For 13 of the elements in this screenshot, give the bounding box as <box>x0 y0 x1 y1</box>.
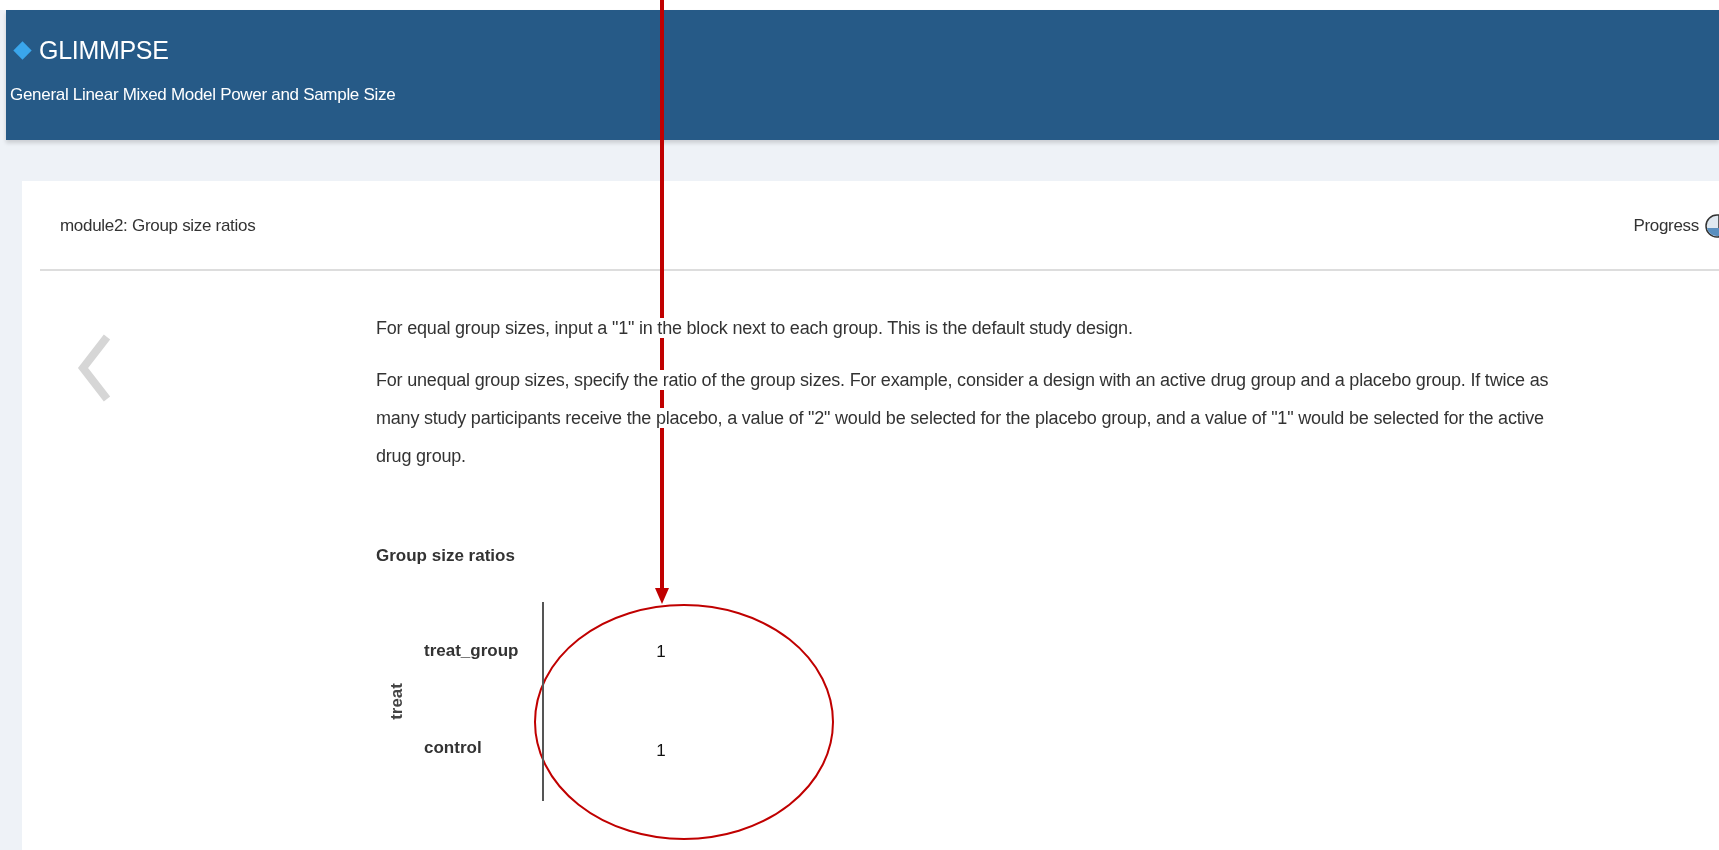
ratio-field[interactable]: 1 <box>544 631 778 673</box>
ratio-field[interactable]: 1 <box>544 730 778 772</box>
table-heading: Group size ratios <box>376 546 516 566</box>
module-title: module2: Group size ratios <box>60 216 256 236</box>
progress-icon[interactable] <box>1705 214 1719 238</box>
app-subtitle: General Linear Mixed Model Power and Sample Size <box>10 85 397 105</box>
group-label: treat_group <box>424 640 520 662</box>
instruction-text: For unequal group sizes, specify the ratio of the group sizes. For example, consider a design with an active drug group and a placebo group. If twice as many study participants receive the placebo, a value of "2" would be selected for the placebo group, and a value of "1" would be selected for the active drug group. <box>376 369 1550 468</box>
app-title: GLIMMPSE <box>39 36 169 65</box>
factor-label: treat <box>387 683 405 720</box>
group-label: control <box>424 737 483 759</box>
instruction-text: For equal group sizes, input a "1" in the block next to each group. This is the default study design. <box>376 317 1134 340</box>
progress-label: Progress <box>1633 216 1699 236</box>
